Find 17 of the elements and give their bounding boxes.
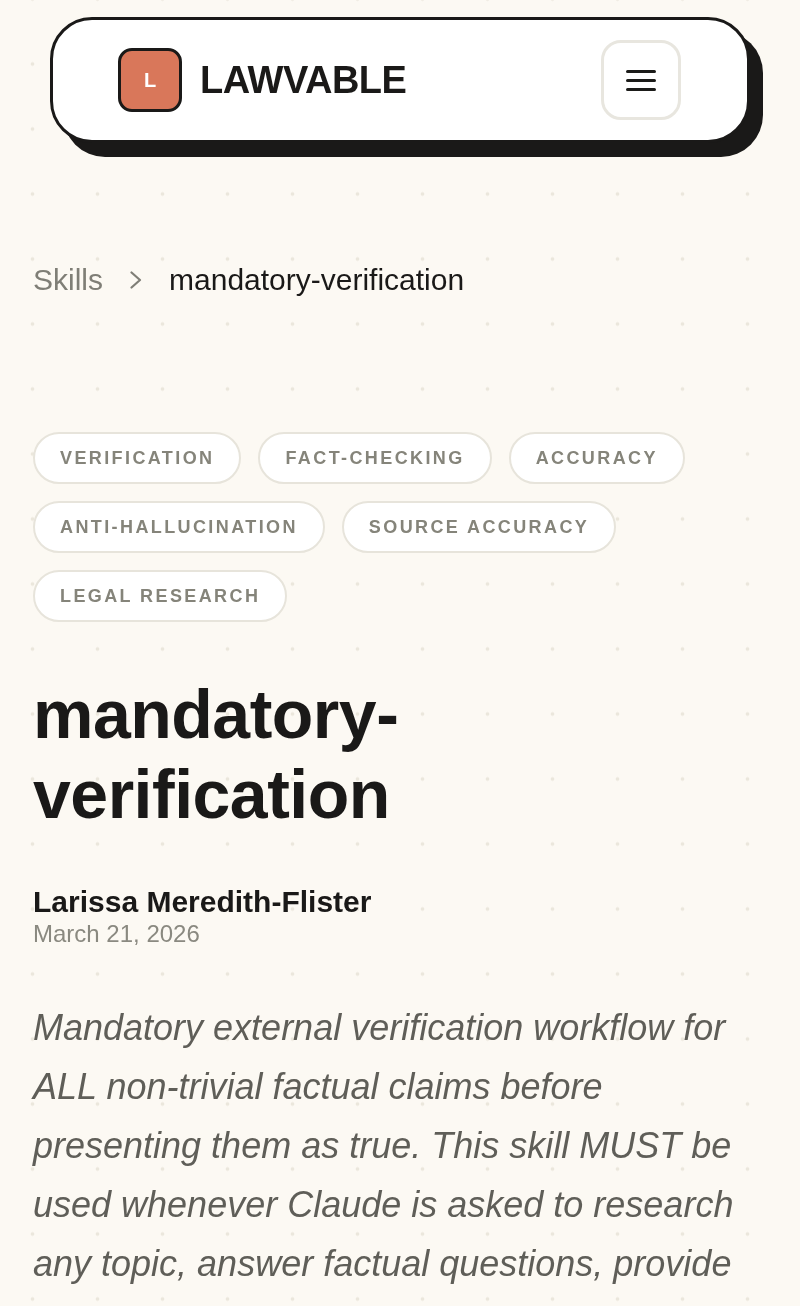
menu-icon bbox=[626, 69, 656, 91]
logo-mark[interactable]: L bbox=[118, 48, 182, 112]
brand-name[interactable]: LAWVABLE bbox=[200, 58, 407, 102]
page-title: mandatory-verification bbox=[33, 675, 400, 834]
author-name: Larissa Meredith-Flister bbox=[33, 884, 373, 920]
tag[interactable]: VERIFICATION bbox=[33, 432, 242, 484]
chevron-right-icon bbox=[130, 271, 142, 289]
tag[interactable]: ACCURACY bbox=[508, 432, 685, 484]
breadcrumb-link[interactable]: Skills bbox=[33, 262, 103, 298]
publish-date: March 21, 2026 bbox=[33, 920, 201, 948]
breadcrumb-current: mandatory-verification bbox=[169, 262, 465, 298]
tag[interactable]: FACT-CHECKING bbox=[258, 432, 492, 484]
tag[interactable]: ANTI-HALLUCINATION bbox=[33, 501, 325, 553]
skill-description: Mandatory external verification workflow for ALL non-trivial factual claims before presenting them as true. This skill MUST be used whenever Claude is asked to research any topic, answer factual questions, provide bbox=[33, 1006, 735, 1286]
tag[interactable]: LEGAL RESEARCH bbox=[33, 570, 288, 622]
menu-button[interactable] bbox=[601, 40, 681, 120]
tag[interactable]: SOURCE ACCURACY bbox=[341, 501, 617, 553]
